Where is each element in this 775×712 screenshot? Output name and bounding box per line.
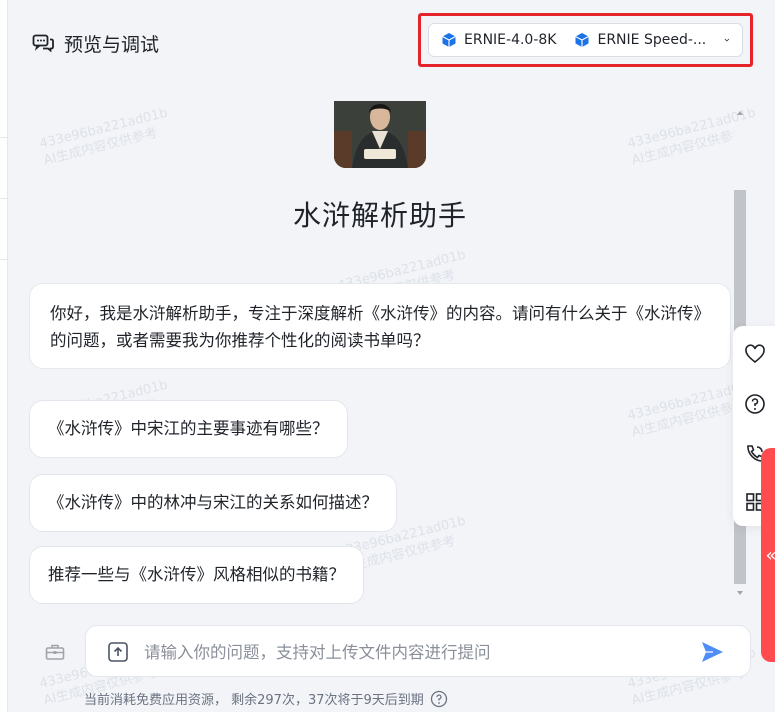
page-title: 预览与调试 bbox=[64, 33, 160, 56]
message-input-box bbox=[85, 625, 751, 677]
model-chip[interactable]: ERNIE-4.0-8K bbox=[441, 32, 556, 48]
model-selector[interactable]: ERNIE-4.0-8K ERNIE Speed-... bbox=[428, 23, 743, 57]
toolbox-icon[interactable] bbox=[44, 641, 66, 663]
expand-panel-tab[interactable]: « bbox=[761, 448, 775, 662]
model-selector-highlight: ERNIE-4.0-8K ERNIE Speed-... bbox=[418, 13, 753, 67]
scroll-up-icon[interactable] bbox=[735, 108, 745, 118]
model-name: ERNIE Speed-... bbox=[597, 32, 707, 48]
send-icon[interactable] bbox=[699, 639, 725, 665]
input-row bbox=[40, 625, 752, 679]
watermark: 433e96ba221ad01bAI生成内容仅供参考 bbox=[38, 105, 170, 169]
help-circle-icon[interactable] bbox=[743, 392, 767, 416]
upload-file-icon[interactable] bbox=[106, 640, 130, 664]
double-chevron-left-icon: « bbox=[765, 545, 775, 566]
suggestion-chip[interactable]: 《水浒传》中的林冲与宋江的关系如何描述？ bbox=[29, 474, 397, 532]
cube-icon bbox=[442, 33, 456, 47]
left-panel-edge bbox=[0, 0, 8, 712]
help-circle-icon[interactable] bbox=[430, 690, 448, 708]
scroll-down-icon[interactable] bbox=[735, 588, 745, 598]
welcome-message: 你好，我是水浒解析助手，专注于深度解析《水浒传》的内容。请问有什么关于《水浒传》… bbox=[29, 283, 731, 369]
chevron-down-icon[interactable] bbox=[724, 33, 730, 47]
preview-header: 预览与调试 bbox=[32, 28, 159, 58]
chat-bubble-icon bbox=[32, 34, 54, 53]
quota-footer: 当前消耗免费应用资源， 剩余297次，37次将于9天后到期 bbox=[84, 689, 448, 708]
model-chip[interactable]: ERNIE Speed-... bbox=[574, 32, 706, 48]
message-input[interactable] bbox=[144, 638, 684, 666]
quota-text: 当前消耗免费应用资源， 剩余297次，37次将于9天后到期 bbox=[84, 693, 424, 708]
bot-name: 水浒解析助手 bbox=[292, 199, 467, 232]
bot-avatar bbox=[334, 101, 426, 168]
suggestion-chip[interactable]: 推荐一些与《水浒传》风格相似的书籍？ bbox=[29, 546, 364, 604]
cube-icon bbox=[575, 33, 590, 47]
suggestion-chip[interactable]: 《水浒传》中宋江的主要事迹有哪些？ bbox=[29, 400, 348, 458]
heart-icon[interactable] bbox=[743, 342, 767, 366]
model-name: ERNIE-4.0-8K bbox=[464, 32, 557, 48]
